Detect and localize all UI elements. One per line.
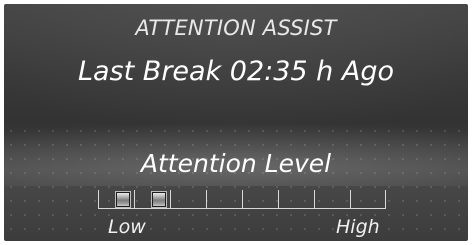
level-tick [134,190,135,209]
attention-level-bar [98,188,386,210]
level-segment-filled [151,191,167,208]
level-tick [385,190,386,209]
level-tick [206,190,207,209]
high-label: High [336,216,380,238]
background-dot-pattern [4,124,468,241]
attention-assist-display: ATTENTION ASSIST Last Break 02:35 h Ago … [4,4,468,241]
level-tick [98,190,99,209]
level-tick [278,190,279,209]
level-tick [314,190,315,209]
low-label: Low [108,216,146,238]
attention-level-title: Attention Level [140,149,332,178]
level-segment-filled [115,191,131,208]
level-tick [170,190,171,209]
screen-title: ATTENTION ASSIST [135,16,337,40]
level-tick [242,190,243,209]
level-tick [350,190,351,209]
last-break-text: Last Break 02:35 h Ago [77,56,395,87]
